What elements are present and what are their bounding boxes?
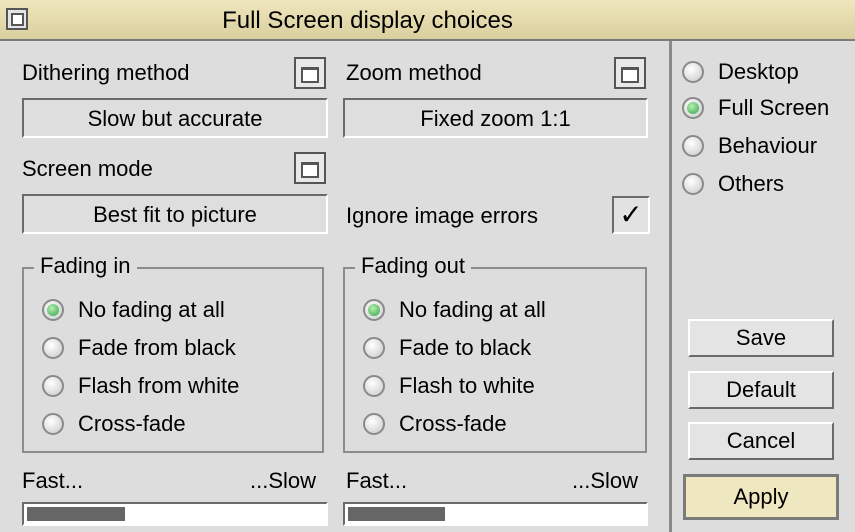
zoom-menu-icon[interactable] <box>614 57 646 89</box>
fading-in-title: Fading in <box>34 253 137 279</box>
fading-in-label: No fading at all <box>78 297 225 322</box>
fading-in-radio-2[interactable] <box>42 375 64 397</box>
fading-out-label: Fade to black <box>399 335 532 360</box>
dithering-method-label: Dithering method <box>22 60 190 85</box>
fading-out-radio-2[interactable] <box>363 375 385 397</box>
dithering-menu-icon[interactable] <box>294 57 326 89</box>
screen-mode-label: Screen mode <box>22 156 153 181</box>
fading-out-option[interactable]: Fade to black <box>363 332 531 364</box>
fading-out-option[interactable]: No fading at all <box>363 294 546 326</box>
ignore-image-errors-checkbox[interactable]: ✓ <box>612 196 650 234</box>
fading-out-title: Fading out <box>355 253 471 279</box>
ignore-image-errors-label: Ignore image errors <box>346 203 538 228</box>
fading-in-speed-fill <box>27 507 125 521</box>
fading-out-radio-3[interactable] <box>363 413 385 435</box>
cancel-button[interactable]: Cancel <box>688 422 834 460</box>
fading-in-speed-slider[interactable] <box>22 502 328 526</box>
fading-out-speed-fill <box>348 507 445 521</box>
fading-out-label: Cross-fade <box>399 411 507 436</box>
fading-in-group: Fading in No fading at all Fade from bla… <box>22 253 324 453</box>
window-title: Full Screen display choices <box>222 7 513 34</box>
category-radio-3[interactable] <box>682 173 704 195</box>
fading-in-radio-1[interactable] <box>42 337 64 359</box>
fading-in-radio-3[interactable] <box>42 413 64 435</box>
panel-divider <box>669 41 672 532</box>
category-desktop[interactable]: Desktop <box>682 56 799 88</box>
fading-in-label: Flash from white <box>78 373 240 398</box>
screen-mode-field[interactable]: Best fit to picture <box>22 194 328 234</box>
fading-out-option[interactable]: Flash to white <box>363 370 535 402</box>
fading-in-slow-label: ...Slow <box>250 468 317 493</box>
fading-out-radio-0[interactable] <box>363 299 385 321</box>
category-others[interactable]: Others <box>682 168 784 200</box>
category-label: Behaviour <box>718 133 818 158</box>
fading-in-radio-0[interactable] <box>42 299 64 321</box>
category-label: Full Screen <box>718 95 830 120</box>
save-button[interactable]: Save <box>688 319 834 357</box>
dithering-method-field[interactable]: Slow but accurate <box>22 98 328 138</box>
screen-mode-menu-icon[interactable] <box>294 152 326 184</box>
fading-out-option[interactable]: Cross-fade <box>363 408 507 440</box>
title-bar[interactable]: Full Screen display choices <box>0 0 855 41</box>
category-label: Desktop <box>718 59 799 84</box>
default-button[interactable]: Default <box>688 371 834 409</box>
category-radio-1[interactable] <box>682 97 704 119</box>
fading-out-label: Flash to white <box>399 373 535 398</box>
fading-out-slow-label: ...Slow <box>572 468 639 493</box>
fading-out-radio-1[interactable] <box>363 337 385 359</box>
category-radio-2[interactable] <box>682 135 704 157</box>
apply-button[interactable]: Apply <box>683 474 839 520</box>
fading-in-label: Fade from black <box>78 335 236 360</box>
fading-in-label: Cross-fade <box>78 411 186 436</box>
zoom-method-label: Zoom method <box>346 60 482 85</box>
fading-out-fast-label: Fast... <box>346 468 408 493</box>
fading-in-fast-label: Fast... <box>22 468 84 493</box>
category-behaviour[interactable]: Behaviour <box>682 130 817 162</box>
fading-in-option[interactable]: No fading at all <box>42 294 225 326</box>
fading-out-label: No fading at all <box>399 297 546 322</box>
category-radio-0[interactable] <box>682 61 704 83</box>
zoom-method-field[interactable]: Fixed zoom 1:1 <box>343 98 648 138</box>
fading-in-option[interactable]: Flash from white <box>42 370 239 402</box>
fading-out-speed-slider[interactable] <box>343 502 648 526</box>
fading-out-group: Fading out No fading at all Fade to blac… <box>343 253 647 453</box>
fading-in-option[interactable]: Cross-fade <box>42 408 186 440</box>
fading-in-option[interactable]: Fade from black <box>42 332 236 364</box>
category-label: Others <box>718 171 785 196</box>
category-full-screen[interactable]: Full Screen <box>682 92 829 124</box>
